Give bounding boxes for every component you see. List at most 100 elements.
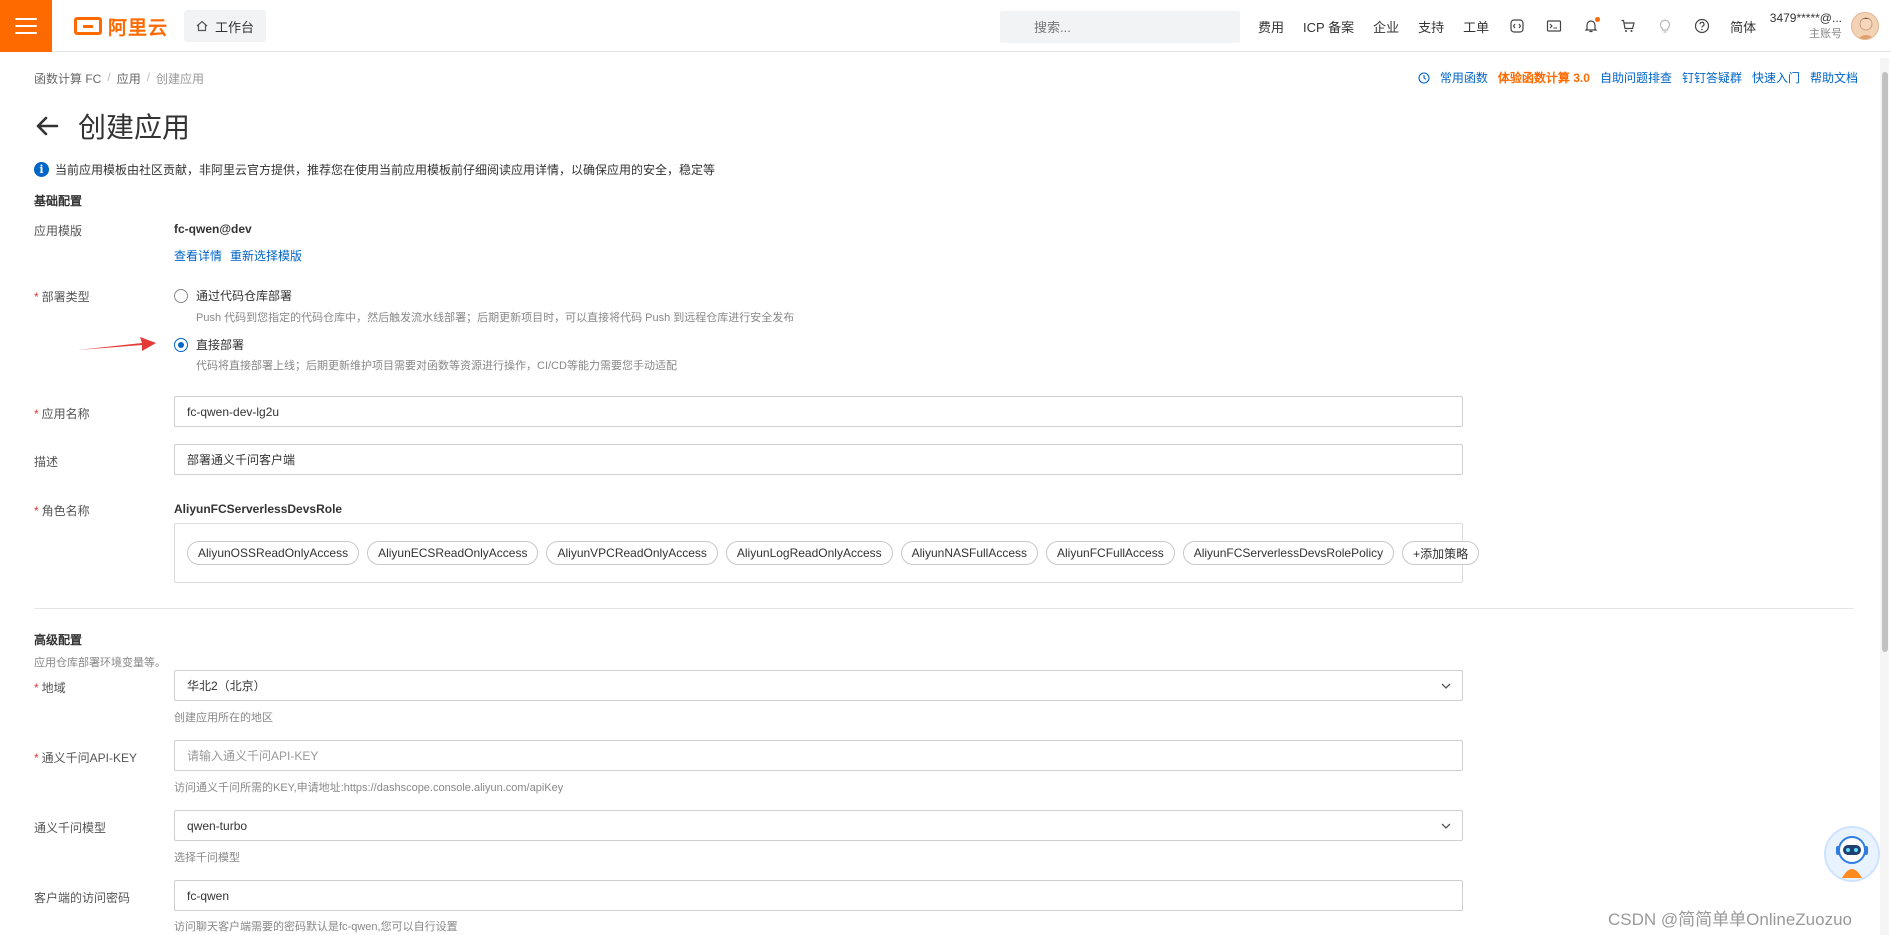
- home-icon: [196, 20, 208, 32]
- top-link-support[interactable]: 支持: [1418, 17, 1444, 36]
- notice-text: 当前应用模板由社区贡献，非阿里云官方提供，推荐您在使用当前应用模板前仔细阅读应用…: [55, 163, 716, 177]
- region-label-text: 地域: [41, 681, 66, 695]
- app-name-label: * 应用名称: [34, 405, 90, 422]
- deploy-type-label-text: 部署类型: [41, 290, 90, 304]
- view-details-link[interactable]: 查看详情: [174, 247, 222, 264]
- model-select[interactable]: qwen-turbo: [174, 810, 1463, 841]
- clock-icon: [1418, 71, 1430, 84]
- top-link-icp[interactable]: ICP 备案: [1303, 17, 1354, 36]
- help-icon[interactable]: [1693, 17, 1711, 35]
- hamburger-menu-icon[interactable]: [0, 0, 52, 52]
- app-name-input[interactable]: [174, 396, 1463, 427]
- region-select[interactable]: 华北2（北京）: [174, 670, 1463, 701]
- search-input[interactable]: [1000, 11, 1240, 43]
- annotation-arrow: [78, 337, 156, 351]
- apikey-label-text: 通义千问API-KEY: [41, 751, 138, 765]
- workbench-button[interactable]: 工作台: [184, 10, 267, 42]
- quick-link-troubleshoot[interactable]: 自助问题排查: [1600, 69, 1672, 86]
- breadcrumb: 函数计算 FC / 应用 / 创建应用: [34, 70, 204, 87]
- add-policy-button[interactable]: +添加策略: [1402, 541, 1480, 565]
- policy-tag[interactable]: AliyunVPCReadOnlyAccess: [546, 541, 718, 565]
- policy-tag[interactable]: AliyunLogReadOnlyAccess: [725, 541, 893, 565]
- required-mark: *: [34, 290, 39, 304]
- breadcrumb-apps[interactable]: 应用: [117, 70, 141, 87]
- lightbulb-icon[interactable]: [1656, 17, 1674, 35]
- template-value: fc-qwen@dev: [174, 222, 252, 236]
- apikey-label: * 通义千问API-KEY: [34, 749, 137, 766]
- apikey-input[interactable]: [174, 740, 1463, 771]
- quick-link-dingtalk[interactable]: 钉钉答疑群: [1682, 69, 1742, 86]
- deploy-option-repo-hint: Push 代码到您指定的代码仓库中，然后触发流水线部署；后期更新项目时，可以直接…: [196, 312, 795, 324]
- radio-direct[interactable]: [174, 337, 188, 352]
- desc-label: 描述: [34, 455, 59, 469]
- required-mark: *: [34, 407, 39, 421]
- breadcrumb-current: 创建应用: [156, 72, 205, 86]
- cart-icon[interactable]: [1619, 17, 1637, 35]
- assistant-robot-icon[interactable]: [1824, 826, 1880, 882]
- role-value: AliyunFCServerlessDevsRole: [174, 502, 343, 516]
- bell-icon[interactable]: [1582, 17, 1601, 35]
- aliyun-logo[interactable]: 阿里云: [74, 13, 168, 39]
- policy-list: AliyunOSSReadOnlyAccess AliyunECSReadOnl…: [174, 523, 1480, 583]
- reselect-template-link[interactable]: 重新选择模版: [230, 247, 302, 264]
- top-bar: 阿里云 工作台 费用 ICP 备案 企业 支持 工单 简体: [0, 0, 1891, 52]
- required-mark: *: [34, 504, 39, 518]
- account-menu[interactable]: 3479*****@... 主账号: [1764, 10, 1842, 42]
- top-link-ticket[interactable]: 工单: [1463, 17, 1489, 36]
- watermark: CSDN @简简单单OnlineZuozuo: [1608, 910, 1852, 929]
- breadcrumb-fc[interactable]: 函数计算 FC: [34, 70, 101, 87]
- code-icon[interactable]: [1508, 17, 1526, 35]
- avatar[interactable]: [1851, 12, 1879, 40]
- logo-mark-icon: [74, 17, 102, 35]
- title-row: 创建应用: [34, 106, 190, 146]
- quick-link-trial[interactable]: 体验函数计算 3.0: [1498, 69, 1590, 86]
- region-hint: 创建应用所在的地区: [174, 712, 273, 724]
- section-advanced-title: 高级配置: [34, 633, 83, 647]
- breadcrumb-separator: /: [107, 70, 111, 84]
- top-link-enterprise[interactable]: 企业: [1373, 17, 1399, 36]
- top-links: 费用 ICP 备案 企业 支持 工单 简体: [1258, 0, 1756, 52]
- language-switch[interactable]: 简体: [1730, 17, 1756, 36]
- quick-link-help[interactable]: 帮助文档: [1810, 69, 1858, 86]
- quick-link-quick-start[interactable]: 快速入门: [1752, 69, 1800, 86]
- scrollbar-thumb[interactable]: [1882, 72, 1888, 652]
- region-label: * 地域: [34, 679, 66, 696]
- deploy-option-direct[interactable]: 直接部署: [174, 336, 244, 353]
- workbench-label: 工作台: [215, 19, 255, 35]
- policy-tag[interactable]: AliyunFCServerlessDevsRolePolicy: [1182, 541, 1395, 565]
- chevron-down-icon: [1441, 823, 1451, 829]
- chevron-down-icon: [1441, 683, 1451, 689]
- app-name-label-text: 应用名称: [41, 407, 90, 421]
- breadcrumb-separator: /: [146, 70, 151, 84]
- model-hint: 选择千问模型: [174, 852, 240, 864]
- region-value: 华北2（北京）: [187, 679, 266, 693]
- apikey-hint: 访问通义千问所需的KEY,申请地址:https://dashscope.cons…: [174, 782, 564, 794]
- template-actions: 查看详情 重新选择模版: [174, 247, 302, 264]
- logo-text: 阿里云: [108, 17, 169, 39]
- section-divider: [34, 608, 1854, 609]
- page-title: 创建应用: [78, 112, 191, 143]
- model-label: 通义千问模型: [34, 821, 107, 835]
- terminal-icon[interactable]: [1545, 17, 1563, 35]
- policy-tag[interactable]: AliyunNASFullAccess: [900, 541, 1039, 565]
- radio-repo[interactable]: [174, 288, 188, 303]
- deploy-option-repo[interactable]: 通过代码仓库部署: [174, 287, 292, 304]
- deploy-option-repo-label: 通过代码仓库部署: [196, 289, 293, 303]
- policy-tag[interactable]: AliyunECSReadOnlyAccess: [367, 541, 539, 565]
- quick-link-common-functions[interactable]: 常用函数: [1440, 69, 1488, 86]
- info-icon: i: [34, 162, 49, 177]
- quick-links: 常用函数 体验函数计算 3.0 自助问题排查 钉钉答疑群 快速入门 帮助文档: [1418, 69, 1858, 86]
- deploy-type-label: * 部署类型: [34, 288, 90, 305]
- required-mark: *: [34, 681, 39, 695]
- desc-input[interactable]: [174, 444, 1463, 475]
- role-label: * 角色名称: [34, 502, 90, 519]
- top-link-billing[interactable]: 费用: [1258, 17, 1284, 36]
- model-value: qwen-turbo: [187, 818, 248, 833]
- policy-tag[interactable]: AliyunFCFullAccess: [1046, 541, 1175, 565]
- back-arrow-icon[interactable]: [34, 113, 60, 139]
- account-name: 3479*****@...: [1769, 11, 1842, 25]
- template-label: 应用模版: [34, 224, 83, 238]
- deploy-option-direct-hint: 代码将直接部署上线；后期更新维护项目需要对函数等资源进行操作，CI/CD等能力需…: [196, 360, 677, 372]
- password-input[interactable]: [174, 880, 1463, 911]
- policy-tag[interactable]: AliyunOSSReadOnlyAccess: [187, 541, 360, 565]
